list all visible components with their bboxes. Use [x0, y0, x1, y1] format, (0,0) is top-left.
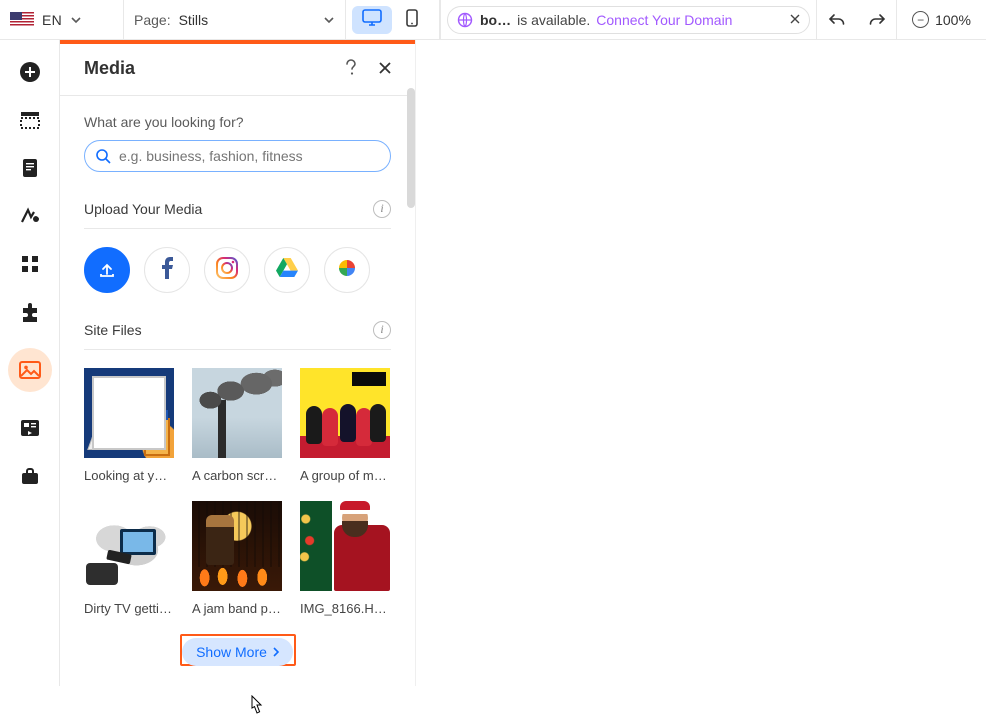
upload-drive-button[interactable]: [264, 247, 310, 293]
site-files-title: Site Files: [84, 322, 142, 338]
redo-button[interactable]: [868, 12, 886, 28]
domain-name: bo…: [480, 12, 511, 28]
media-panel: Media What are you looking for? Upload Y…: [60, 40, 416, 686]
chevron-right-icon: [271, 647, 281, 657]
media-item[interactable]: A jam band pl…: [192, 501, 282, 616]
show-more-label: Show More: [196, 644, 267, 660]
domain-status: bo… is available. Connect Your Domain: [441, 0, 817, 39]
panel-body: What are you looking for? Upload Your Me…: [60, 96, 415, 686]
media-item[interactable]: 1 Looking at yo…: [84, 368, 174, 483]
show-more-button[interactable]: Show More: [182, 638, 293, 666]
mobile-icon: [406, 9, 418, 30]
media-thumbnail: [300, 368, 390, 458]
dismiss-domain-icon[interactable]: [789, 12, 801, 28]
site-files-info-icon[interactable]: i: [373, 321, 391, 339]
content-manager-icon[interactable]: [18, 416, 42, 440]
google-photos-icon: [336, 257, 358, 282]
page-value: Stills: [179, 12, 315, 28]
chevron-down-icon: [70, 14, 82, 26]
panel-header: Media: [60, 44, 415, 95]
media-caption: A carbon scru…: [192, 468, 282, 483]
zoom-control[interactable]: − 100%: [897, 0, 986, 39]
flag-us-icon: [10, 12, 34, 27]
cursor-pointer-icon: [246, 695, 264, 720]
search-input-wrap[interactable]: [84, 140, 391, 172]
editor-canvas[interactable]: [416, 40, 986, 686]
mobile-view-button[interactable]: [392, 6, 432, 34]
sections-icon[interactable]: [18, 108, 42, 132]
page-label: Page:: [134, 12, 171, 28]
design-icon[interactable]: [18, 204, 42, 228]
main: Media What are you looking for? Upload Y…: [0, 40, 986, 686]
undo-button[interactable]: [828, 12, 846, 28]
instagram-icon: [216, 257, 238, 282]
media-thumbnail: 1: [84, 368, 174, 458]
search-icon: [95, 148, 111, 164]
panel-title: Media: [84, 58, 341, 79]
media-item[interactable]: Dirty TV getti…: [84, 501, 174, 616]
media-item[interactable]: IMG_8166.HEIC: [300, 501, 390, 616]
zoom-out-icon: −: [912, 11, 929, 28]
zoom-value: 100%: [935, 12, 971, 28]
media-thumbnail: [192, 501, 282, 591]
desktop-icon: [362, 9, 382, 30]
page-selector[interactable]: Page: Stills: [124, 0, 346, 39]
media-button[interactable]: [8, 348, 52, 392]
google-drive-icon: [276, 258, 298, 281]
search-label: What are you looking for?: [84, 114, 391, 130]
media-thumbnail: [192, 368, 282, 458]
upload-sources: [84, 229, 391, 293]
add-button[interactable]: [18, 60, 42, 84]
upload-instagram-button[interactable]: [204, 247, 250, 293]
domain-pill[interactable]: bo… is available. Connect Your Domain: [447, 6, 810, 34]
pages-icon[interactable]: [18, 156, 42, 180]
media-caption: A jam band pl…: [192, 601, 282, 616]
show-more-wrap: Show More: [84, 616, 391, 672]
close-panel-button[interactable]: [375, 58, 395, 78]
history-controls: [817, 0, 897, 39]
language-code: EN: [42, 12, 62, 28]
business-icon[interactable]: [18, 464, 42, 488]
facebook-icon: [160, 257, 174, 282]
device-toggle: [346, 0, 440, 39]
domain-availability: is available.: [517, 12, 590, 28]
upload-photos-button[interactable]: [324, 247, 370, 293]
media-thumbnail: [84, 501, 174, 591]
media-caption: A group of m…: [300, 468, 390, 483]
chevron-down-icon: [323, 14, 335, 26]
apps-icon[interactable]: [18, 252, 42, 276]
globe-icon: [456, 11, 474, 29]
left-rail: [0, 40, 60, 686]
upload-facebook-button[interactable]: [144, 247, 190, 293]
upload-info-icon[interactable]: i: [373, 200, 391, 218]
panel-scrollbar[interactable]: [407, 88, 415, 208]
addons-icon[interactable]: [18, 300, 42, 324]
upload-icon: [98, 261, 116, 279]
connect-domain-link[interactable]: Connect Your Domain: [596, 12, 732, 28]
media-caption: Dirty TV getti…: [84, 601, 174, 616]
desktop-view-button[interactable]: [352, 6, 392, 34]
media-caption: IMG_8166.HEIC: [300, 601, 390, 616]
media-item[interactable]: A group of m…: [300, 368, 390, 483]
upload-section: Upload Your Media i: [84, 196, 391, 293]
media-grid: 1 Looking at yo… A carbon scru… A group …: [84, 350, 391, 616]
top-bar: EN Page: Stills bo… is available. Connec…: [0, 0, 986, 40]
upload-device-button[interactable]: [84, 247, 130, 293]
media-item[interactable]: A carbon scru…: [192, 368, 282, 483]
help-button[interactable]: [341, 58, 361, 78]
media-thumbnail: [300, 501, 390, 591]
upload-title: Upload Your Media: [84, 201, 202, 217]
search-input[interactable]: [117, 147, 380, 165]
media-caption: Looking at yo…: [84, 468, 174, 483]
language-selector[interactable]: EN: [0, 0, 124, 39]
site-files-section: Site Files i 1 Looking at yo… A carbon s…: [84, 317, 391, 672]
